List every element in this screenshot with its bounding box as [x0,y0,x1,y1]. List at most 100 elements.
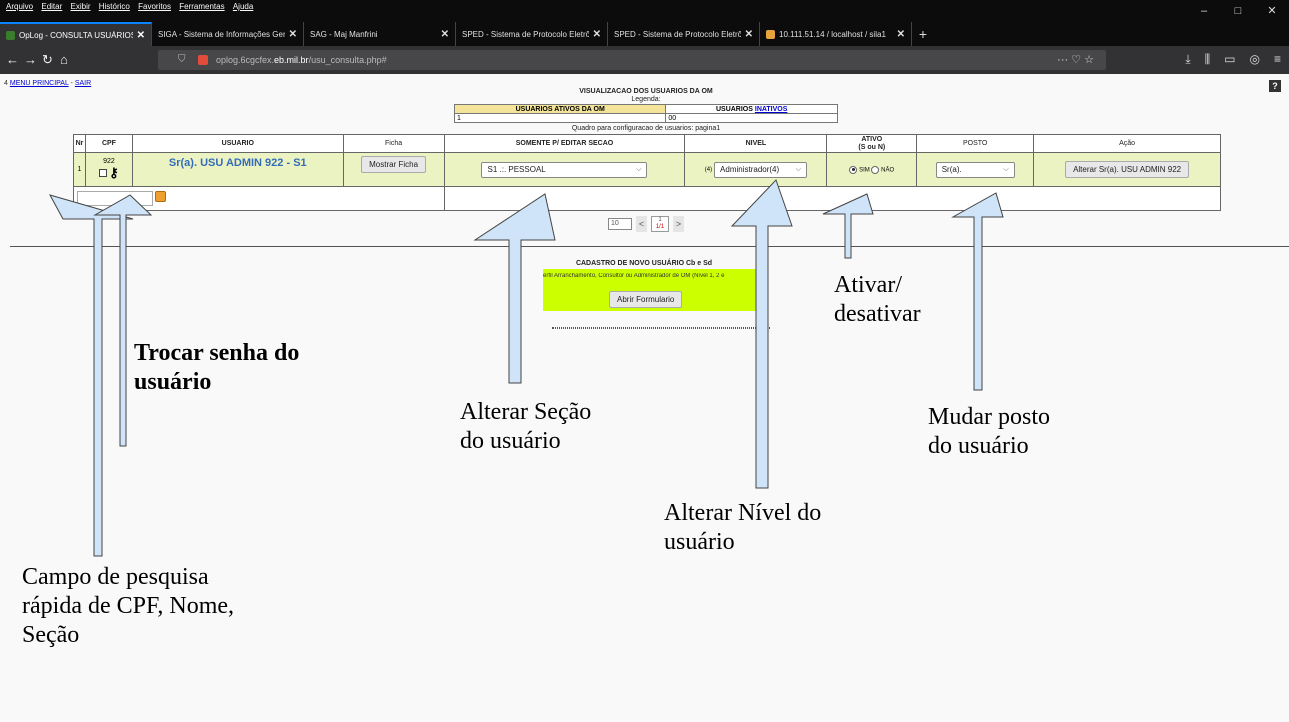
page-indicator[interactable]: 1 1/1 [651,216,669,232]
shield-icon[interactable]: ⛉ [178,50,186,70]
row-secao: S1 .:. PESSOAL ⌵ [443,152,686,187]
top-navigation: 4 MENU PRINCIPAL - SAIR [4,80,91,87]
col-cpf: CPF [84,134,133,153]
legend-active-count: 1 [453,113,667,123]
select-checkbox[interactable] [99,169,108,177]
menu-editar[interactable]: Editar [41,2,62,11]
legend-inactive-count: 00 [665,113,838,123]
cadastro-title: CADASTRO DE NOVO USUÁRIO Cb e Sd [575,260,713,267]
phpmyadmin-favicon-icon [766,29,775,39]
help-icon[interactable]: ? [1269,80,1281,92]
chevron-down-icon: ⌵ [636,165,642,173]
tab-sped-1[interactable]: SPED - Sistema de Protocolo Eletrô ✕ [456,22,608,46]
row-acao: Alterar Sr(a). USU ADMIN 922 [1033,152,1221,187]
row-cpf-cell: 922 ⚷ [84,152,133,187]
tab-title: SPED - Sistema de Protocolo Eletrô [462,29,589,39]
menu-favoritos[interactable]: Favoritos [138,2,171,11]
library-icon[interactable]: ⫼ [1205,52,1211,67]
menu-ajuda[interactable]: Ajuda [233,2,253,11]
minimize-button[interactable]: – [1187,0,1221,22]
tab-oplog[interactable]: OpLog - CONSULTA USUÁRIOS ✕ [0,22,152,46]
tab-title: 10.111.51.14 / localhost / sila1 [779,29,886,39]
per-page-select[interactable]: 10 [608,218,632,230]
menu-historico[interactable]: Histórico [99,2,130,11]
close-tab-icon[interactable]: ✕ [745,29,753,40]
col-ativo: ATIVO (S ou N) [826,134,918,153]
new-tab-button[interactable]: + [912,22,934,46]
close-tab-icon[interactable]: ✕ [593,29,601,40]
tab-phpmyadmin[interactable]: 10.111.51.14 / localhost / sila1 ✕ [760,22,912,46]
tab-title: OpLog - CONSULTA USUÁRIOS [19,30,133,40]
close-tab-icon[interactable]: ✕ [137,30,145,41]
extension-icon[interactable]: ◎ [1250,52,1260,67]
home-icon[interactable]: ⌂ [60,52,68,68]
next-page-button[interactable]: > [673,216,684,232]
close-tab-icon[interactable]: ✕ [441,29,449,40]
col-usuario: USUARIO [131,134,344,153]
user-name: Sr(a). USU ADMIN 922 - S1 [168,157,307,169]
tab-sped-2[interactable]: SPED - Sistema de Protocolo Eletrô ✕ [608,22,760,46]
row-ativo: SIM NÃO [826,152,918,187]
col-posto: POSTO [916,134,1035,153]
tab-strip: OpLog - CONSULTA USUÁRIOS ✕ SIGA - Siste… [0,22,1289,46]
reload-icon[interactable]: ↻ [42,52,53,68]
ativo-nao-radio[interactable] [871,165,880,174]
insecure-lock-icon[interactable] [198,55,208,65]
row-nivel: (4) Administrador(4) ⌵ [684,152,828,187]
row-posto: Sr(a). ⌵ [916,152,1035,187]
secao-select[interactable]: S1 .:. PESSOAL ⌵ [481,161,648,178]
legend-inactive-header: USUARIOS INATIVOS [665,104,838,114]
window-controls: – □ ✕ [1187,0,1289,22]
nivel-select[interactable]: Administrador(4) ⌵ [714,161,808,178]
nav-prefix: 4 [4,80,8,87]
ativo-sim-label: SIM [859,167,870,174]
download-icon[interactable]: ⤓ [1185,52,1190,67]
close-window-button[interactable]: ✕ [1255,0,1289,22]
col-nivel: NIVEL [684,134,828,153]
row-usuario: Sr(a). USU ADMIN 922 - S1 [131,152,344,187]
table-header-row: Nr CPF USUARIO Ficha SOMENTE P/ EDITAR S… [73,134,1221,153]
ativo-nao-label: NÃO [881,167,895,174]
divider [10,246,1289,247]
chevron-down-icon: ⌵ [795,165,802,173]
show-ficha-button[interactable]: Mostrar Ficha [361,156,427,173]
close-tab-icon[interactable]: ✕ [897,29,905,40]
menu-arquivo[interactable]: Arquivo [6,2,33,11]
menu-ferramentas[interactable]: Ferramentas [179,2,224,11]
inactive-users-link[interactable]: INATIVOS [755,106,788,113]
address-bar[interactable]: ⛉ oplog.6cgcfex.eb.mil.br/usu_consulta.p… [158,50,1106,70]
prev-page-button[interactable]: < [636,216,647,232]
ativo-sim-radio[interactable] [849,165,858,174]
alterar-user-button[interactable]: Alterar Sr(a). USU ADMIN 922 [1065,161,1190,178]
tab-sag[interactable]: SAG - Maj Manfrini ✕ [304,22,456,46]
forward-icon[interactable]: → [24,52,37,68]
abrir-formulario-button[interactable]: Abrir Formulario [609,291,683,308]
legend-table: USUARIOS ATIVOS DA OM USUARIOS INATIVOS … [453,104,838,123]
maximize-button[interactable]: □ [1221,0,1255,22]
tab-title: SIGA - Sistema de Informações Ger [158,29,285,39]
quick-search-input[interactable] [77,191,153,206]
key-icon[interactable]: ⚷ [109,165,119,180]
toolbar-icons: ⤓ ⫼ ▭ ◎ ≡ [1185,52,1281,67]
posto-select[interactable]: Sr(a). ⌵ [935,161,1015,178]
sair-link[interactable]: SAIR [75,80,91,87]
menu-icon[interactable]: ≡ [1274,52,1281,67]
menu-principal-link[interactable]: MENU PRINCIPAL [10,80,69,87]
row-cpf: 922 [103,158,115,165]
close-tab-icon[interactable]: ✕ [289,29,297,40]
config-caption: Quadro para configuracao de usuarios: pa… [571,125,721,132]
menu-bar: Arquivo Editar Exibir Histórico Favorito… [0,0,1289,14]
oplog-favicon-icon [6,30,15,40]
col-secao: SOMENTE P/ EDITAR SECAO [443,134,686,153]
search-icon[interactable] [155,191,166,202]
menu-exibir[interactable]: Exibir [71,2,91,11]
legend-label: Legenda: [631,96,661,103]
back-icon[interactable]: ← [6,52,19,68]
col-ficha: Ficha [342,134,445,153]
tab-siga[interactable]: SIGA - Sistema de Informações Ger ✕ [152,22,304,46]
row-ficha: Mostrar Ficha [342,152,445,187]
sidebar-icon[interactable]: ▭ [1224,52,1235,67]
page-actions[interactable]: ··· ♡ ☆ [1057,50,1094,70]
page-content: 4 MENU PRINCIPAL - SAIR ? VISUALIZACAO D… [0,74,1289,722]
cadastro-box: erfil Arranchamento, Consultor ou Admini… [543,269,759,311]
